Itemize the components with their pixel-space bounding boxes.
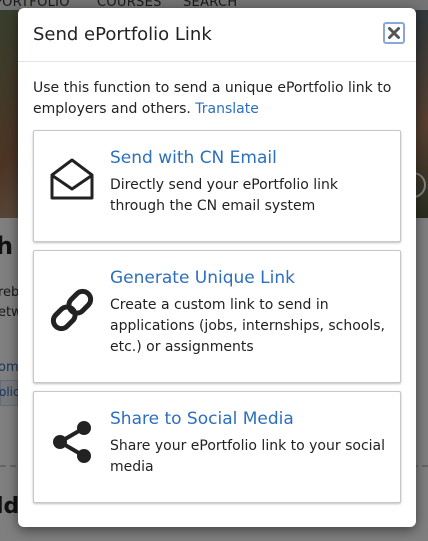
send-eportfolio-link-dialog: Send ePortfolio Link Use this function t… [18,8,416,527]
option-title[interactable]: Generate Unique Link [110,268,295,288]
option-description: Create a custom link to send in applicat… [110,297,385,355]
share-to-social-media-option[interactable]: Share to Social Media Share your ePortfo… [33,391,401,503]
generate-unique-link-option[interactable]: Generate Unique Link Create a custom lin… [33,250,401,383]
close-button[interactable] [383,22,405,44]
send-with-email-option[interactable]: Send with CN Email Directly send your eP… [33,130,401,242]
option-description: Directly send your ePortfolio link throu… [110,177,339,214]
dialog-intro: Use this function to send a unique ePort… [33,78,403,120]
dialog-header: Send ePortfolio Link [18,8,416,62]
option-description: Share your ePortfolio link to your socia… [110,438,385,475]
close-icon [388,27,400,39]
link-icon [50,288,94,332]
option-title[interactable]: Send with CN Email [110,148,277,168]
option-title[interactable]: Share to Social Media [110,409,294,429]
share-icon [53,421,91,463]
dialog-title: Send ePortfolio Link [33,24,212,45]
translate-link[interactable]: Translate [195,101,259,117]
envelope-open-icon [50,158,94,200]
